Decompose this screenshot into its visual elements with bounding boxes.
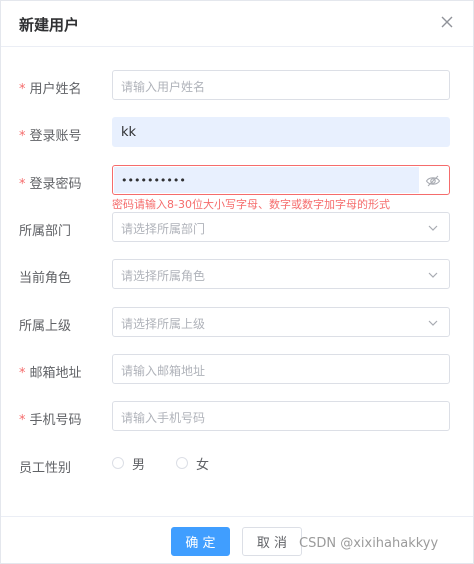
- password-error-message: 密码请输入8-30位大小写字母、数字或数字加字母的形式: [112, 198, 390, 211]
- account-label: * 登录账号: [19, 129, 82, 144]
- footer-divider: [1, 516, 473, 517]
- form-row-gender: 员工性别: [1, 449, 473, 481]
- gender-option-label: 女: [196, 458, 210, 473]
- username-input[interactable]: 请输入用户姓名: [112, 70, 450, 100]
- required-mark: *: [19, 129, 26, 144]
- chevron-down-icon: [428, 225, 438, 231]
- dialog-header: 新建用户: [1, 1, 473, 47]
- form-row-role: 当前角色 请选择所属角色: [1, 259, 473, 291]
- form-row-superior: 所属上级 请选择所属上级: [1, 307, 473, 339]
- username-label: * 用户姓名: [19, 82, 82, 97]
- required-mark: *: [19, 413, 26, 428]
- close-icon[interactable]: [437, 12, 457, 32]
- new-user-dialog: 新建用户 * 用户姓名 请输入用户姓名 * 登录账号 kk * 登录密码 ••••••…: [0, 0, 474, 564]
- eye-off-icon[interactable]: [425, 173, 441, 189]
- role-label: 当前角色: [19, 271, 72, 286]
- phone-input[interactable]: 请输入手机号码: [112, 401, 450, 431]
- role-select[interactable]: 请选择所属角色: [112, 259, 450, 289]
- csdn-watermark: CSDN @xixihahakkyy: [299, 536, 439, 551]
- superior-placeholder: 请选择所属上级: [121, 317, 206, 331]
- form-row-department: 所属部门 请选择所属部门: [1, 212, 473, 244]
- department-placeholder: 请选择所属部门: [121, 222, 206, 236]
- form-row-phone: * 手机号码 请输入手机号码: [1, 401, 473, 433]
- email-label: * 邮箱地址: [19, 366, 82, 381]
- phone-label: * 手机号码: [19, 413, 82, 428]
- chevron-down-icon: [428, 320, 438, 326]
- account-input[interactable]: kk: [112, 117, 450, 147]
- email-placeholder: 请输入邮箱地址: [121, 364, 206, 378]
- required-mark: *: [19, 177, 26, 192]
- radio-circle[interactable]: [112, 457, 124, 469]
- phone-placeholder: 请输入手机号码: [121, 411, 206, 425]
- role-placeholder: 请选择所属角色: [121, 269, 206, 283]
- form-row-email: * 邮箱地址 请输入邮箱地址: [1, 354, 473, 386]
- required-mark: *: [19, 82, 26, 97]
- email-input[interactable]: 请输入邮箱地址: [112, 354, 450, 384]
- gender-option-label: 男: [132, 458, 146, 473]
- password-input[interactable]: ••••••••••: [112, 165, 450, 195]
- department-label: 所属部门: [19, 224, 72, 239]
- dialog-title: 新建用户: [19, 16, 80, 34]
- department-select[interactable]: 请选择所属部门: [112, 212, 450, 242]
- superior-select[interactable]: 请选择所属上级: [112, 307, 450, 337]
- username-placeholder: 请输入用户姓名: [121, 80, 206, 94]
- superior-label: 所属上级: [19, 319, 72, 334]
- form-row-account: * 登录账号 kk: [1, 117, 473, 149]
- form-row-password: * 登录密码 ••••••••••: [1, 165, 473, 197]
- form-row-username: * 用户姓名 请输入用户姓名: [1, 70, 473, 102]
- chevron-down-icon: [428, 272, 438, 278]
- password-value: ••••••••••: [121, 174, 186, 187]
- radio-circle[interactable]: [176, 457, 188, 469]
- required-mark: *: [19, 366, 26, 381]
- account-value: kk: [121, 125, 137, 140]
- gender-label: 员工性别: [19, 461, 72, 476]
- password-label: * 登录密码: [19, 177, 82, 192]
- cancel-button[interactable]: 取 消: [242, 527, 302, 556]
- confirm-button[interactable]: 确 定: [171, 527, 230, 556]
